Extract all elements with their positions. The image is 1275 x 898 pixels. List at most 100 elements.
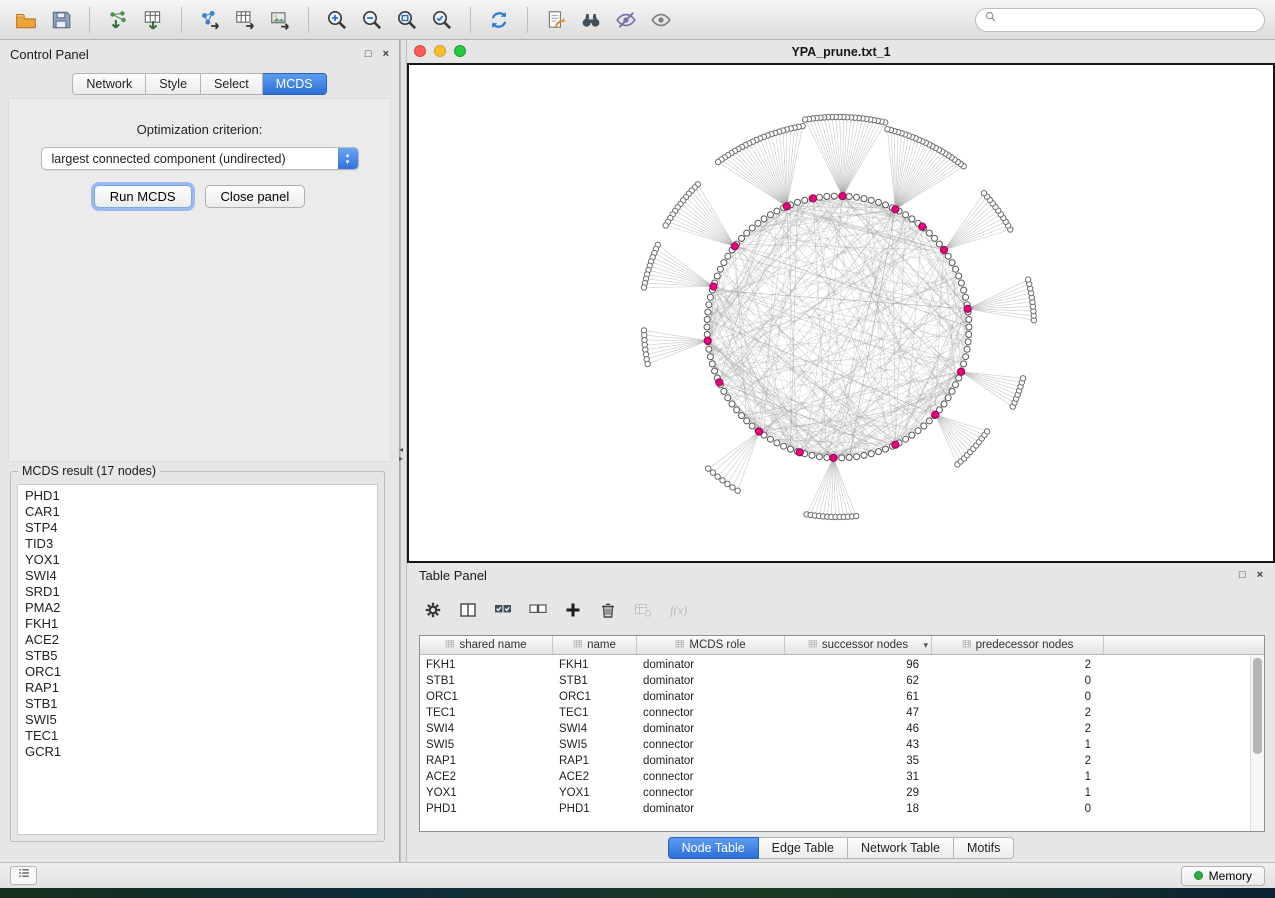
float-table-panel-icon[interactable]: □ (1239, 570, 1246, 581)
zoom-fit-icon[interactable] (391, 7, 423, 33)
column-header-name[interactable]: name (553, 636, 637, 654)
tab-motifs[interactable]: Motifs (954, 837, 1014, 859)
table-scrollbar-thumb[interactable] (1253, 658, 1262, 754)
mcds-result-item[interactable]: STP4 (25, 520, 370, 536)
table-row[interactable]: PHD1PHD1dominator180 (420, 802, 1250, 818)
task-history-button[interactable] (10, 866, 37, 885)
show-columns-icon[interactable] (458, 600, 478, 620)
cell-name: FKH1 (553, 658, 637, 674)
window-zoom-button[interactable] (454, 45, 466, 57)
zoom-selected-icon[interactable] (426, 7, 458, 33)
tab-edge-table[interactable]: Edge Table (759, 837, 848, 859)
table-row[interactable]: ACE2ACE2connector311 (420, 770, 1250, 786)
cell-shared-name: YOX1 (420, 786, 553, 802)
cell-mcds-role: connector (637, 738, 785, 754)
close-table-panel-icon[interactable]: × (1257, 570, 1263, 581)
mcds-result-item[interactable]: SWI4 (25, 568, 370, 584)
float-panel-icon[interactable]: □ (365, 49, 372, 60)
select-all-rows-icon[interactable] (493, 600, 513, 620)
mcds-result-item[interactable]: SRD1 (25, 584, 370, 600)
mcds-result-group: MCDS result (17 nodes) PHD1CAR1STP4TID3Y… (10, 464, 385, 842)
function-builder-icon[interactable]: f(x) (668, 600, 688, 620)
close-panel-icon[interactable]: × (383, 49, 389, 60)
network-canvas[interactable] (407, 63, 1275, 563)
find-binoculars-icon[interactable] (575, 7, 607, 33)
deselect-all-rows-icon[interactable] (528, 600, 548, 620)
zoom-out-icon[interactable] (356, 7, 388, 33)
cell-successor-nodes: 47 (785, 706, 932, 722)
cell-successor-nodes: 29 (785, 786, 932, 802)
hide-details-icon[interactable] (610, 7, 642, 33)
cell-shared-name: ORC1 (420, 690, 553, 706)
toolbar-separator (527, 7, 528, 33)
clear-table-icon[interactable] (633, 600, 653, 620)
table-row[interactable]: TEC1TEC1connector472 (420, 706, 1250, 722)
mcds-result-item[interactable]: RAP1 (25, 680, 370, 696)
tab-mcds[interactable]: MCDS (263, 73, 327, 95)
import-network-icon[interactable] (102, 7, 134, 33)
cell-successor-nodes: 46 (785, 722, 932, 738)
cell-predecessor-nodes: 0 (932, 802, 1104, 818)
column-header-predecessor-nodes[interactable]: predecessor nodes (932, 636, 1104, 654)
show-details-icon[interactable] (645, 7, 677, 33)
table-row[interactable]: RAP1RAP1dominator352 (420, 754, 1250, 770)
refresh-network-icon[interactable] (483, 7, 515, 33)
network-graph[interactable] (409, 65, 1273, 561)
mcds-result-item[interactable]: TEC1 (25, 728, 370, 744)
zoom-in-icon[interactable] (321, 7, 353, 33)
add-column-icon[interactable] (563, 600, 583, 620)
cell-predecessor-nodes: 1 (932, 738, 1104, 754)
table-row[interactable]: SWI5SWI5connector431 (420, 738, 1250, 754)
tab-select[interactable]: Select (201, 73, 263, 95)
mcds-result-item[interactable]: ACE2 (25, 632, 370, 648)
share-document-icon[interactable] (540, 7, 572, 33)
mcds-result-item[interactable]: PMA2 (25, 600, 370, 616)
save-session-icon[interactable] (45, 7, 77, 33)
mcds-result-item[interactable]: FKH1 (25, 616, 370, 632)
tab-style[interactable]: Style (146, 73, 201, 95)
tab-node-table[interactable]: Node Table (668, 837, 759, 859)
tab-network-table[interactable]: Network Table (848, 837, 954, 859)
open-session-icon[interactable] (10, 7, 42, 33)
mcds-options-area: Optimization criterion: largest connecte… (8, 98, 391, 462)
mcds-result-item[interactable]: YOX1 (25, 552, 370, 568)
mcds-result-item[interactable]: PHD1 (25, 488, 370, 504)
table-row[interactable]: YOX1YOX1connector291 (420, 786, 1250, 802)
mcds-result-item[interactable]: STB5 (25, 648, 370, 664)
table-settings-gear-icon[interactable] (423, 600, 443, 620)
export-image-icon[interactable] (264, 7, 296, 33)
cell-mcds-role: dominator (637, 722, 785, 738)
mcds-result-item[interactable]: STB1 (25, 696, 370, 712)
mcds-result-title: MCDS result (17 nodes) (18, 464, 160, 478)
export-network-icon[interactable] (194, 7, 226, 33)
table-row[interactable]: STB1STB1dominator620 (420, 674, 1250, 690)
run-mcds-button[interactable]: Run MCDS (94, 185, 192, 208)
criterion-dropdown[interactable]: largest connected component (undirected)… (41, 147, 359, 170)
column-header-successor-nodes[interactable]: successor nodes▾ (785, 636, 932, 654)
delete-column-icon[interactable] (598, 600, 618, 620)
memory-button[interactable]: Memory (1181, 866, 1265, 886)
mcds-result-item[interactable]: TID3 (25, 536, 370, 552)
splitter-collapse-icon[interactable]: ◂▸ (399, 445, 403, 463)
table-scrollbar[interactable] (1250, 655, 1264, 831)
search-input[interactable] (1003, 13, 1256, 27)
column-header-mcds-role[interactable]: MCDS role (637, 636, 785, 654)
window-close-button[interactable] (414, 45, 426, 57)
table-row[interactable]: ORC1ORC1dominator610 (420, 690, 1250, 706)
table-row[interactable]: SWI4SWI4dominator462 (420, 722, 1250, 738)
control-panel: Control Panel □ × NetworkStyleSelectMCDS… (0, 40, 400, 862)
search-box[interactable] (975, 8, 1265, 32)
mcds-result-item[interactable]: ORC1 (25, 664, 370, 680)
mcds-result-item[interactable]: GCR1 (25, 744, 370, 760)
panel-splitter[interactable]: ◂▸ (400, 40, 407, 862)
tab-network[interactable]: Network (72, 73, 146, 95)
table-row[interactable]: FKH1FKH1dominator962 (420, 658, 1250, 674)
mcds-result-item[interactable]: CAR1 (25, 504, 370, 520)
close-panel-button[interactable]: Close panel (205, 185, 306, 208)
column-header-shared-name[interactable]: shared name (420, 636, 553, 654)
mcds-result-item[interactable]: SWI5 (25, 712, 370, 728)
cell-predecessor-nodes: 0 (932, 690, 1104, 706)
window-minimize-button[interactable] (434, 45, 446, 57)
export-table-icon[interactable] (229, 7, 261, 33)
import-table-icon[interactable] (137, 7, 169, 33)
